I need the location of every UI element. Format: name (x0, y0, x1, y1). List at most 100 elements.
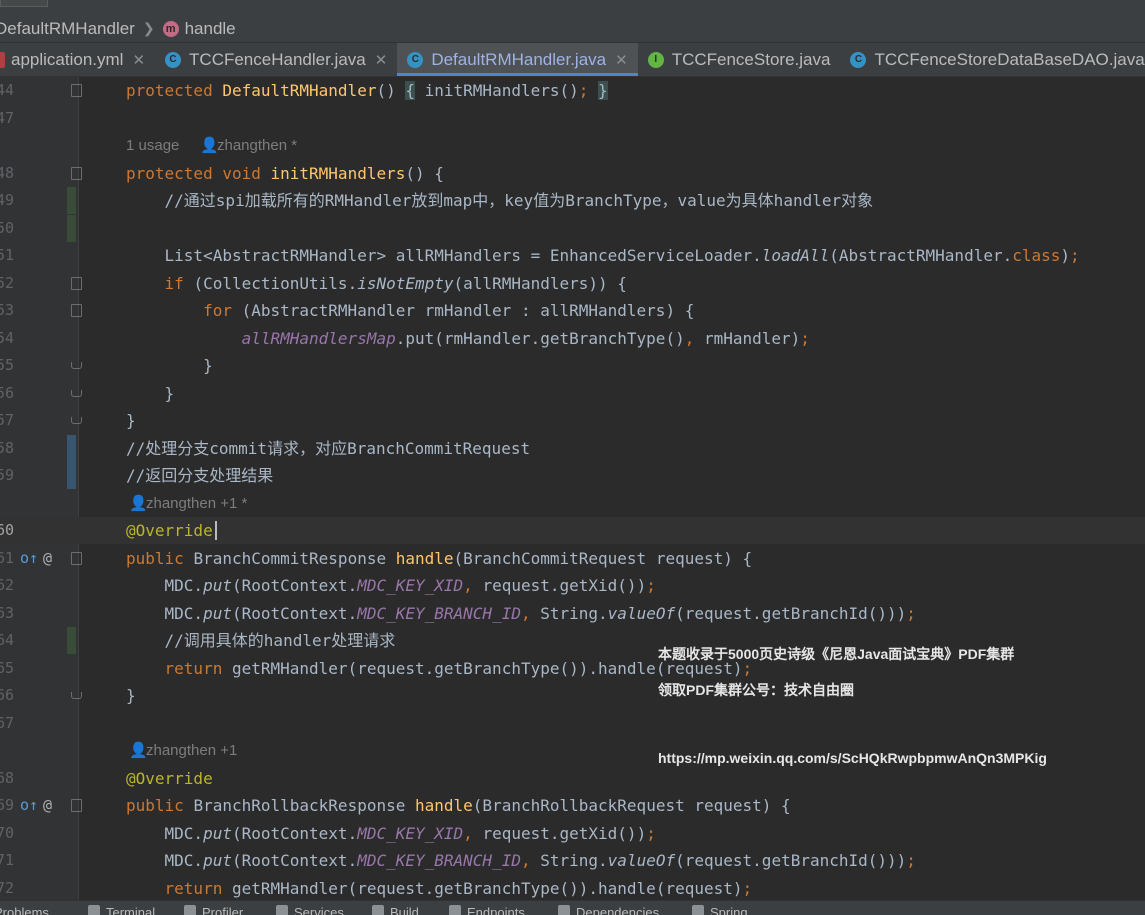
code-text: protected void initRMHandlers() { (126, 163, 444, 183)
code-line: 59 //返回分支处理结果 (0, 462, 1145, 489)
tab-defaultrmhandler[interactable]: C DefaultRMHandler.java ✕ (397, 43, 639, 76)
tab-label: TCCFenceStore.java (671, 49, 831, 69)
close-icon[interactable]: ✕ (132, 51, 145, 69)
annotation-icon[interactable]: @ (43, 549, 52, 567)
code-line: 69 o↑ @ public BranchRollbackResponse ha… (0, 792, 1145, 819)
line-number: 70 (0, 823, 15, 842)
breadcrumb: DefaultRMHandler ❯ m handle (0, 15, 1145, 43)
code-line: 44 protected DefaultRMHandler() { initRM… (0, 77, 1145, 104)
code-comment: //返回分支处理结果 (126, 466, 274, 485)
line-number: 71 (0, 851, 15, 869)
class-icon: C (850, 51, 867, 68)
class-icon: C (407, 51, 424, 68)
usages-hint[interactable]: 1 usage (126, 132, 179, 159)
fold-marker-icon[interactable] (71, 551, 82, 565)
line-number: 60 (0, 521, 15, 539)
fold-marker-icon[interactable] (71, 799, 82, 812)
override-icon[interactable]: o↑ (20, 796, 38, 814)
line-number: 54 (0, 328, 15, 347)
toolbar-dropdown[interactable] (0, 0, 48, 7)
code-line: 52 if (CollectionUtils.isNotEmpty(allRMH… (0, 270, 1145, 297)
code-text: public BranchRollbackResponse handle(Bra… (126, 796, 791, 815)
fold-marker-icon[interactable] (71, 692, 82, 699)
code-text: MDC.put(RootContext.MDC_KEY_BRANCH_ID, S… (126, 603, 916, 623)
code-text: } (126, 356, 213, 375)
code-comment: //通过spi加载所有的RMHandler放到map中，key值为BranchT… (126, 191, 874, 210)
line-number: 69 (0, 796, 15, 814)
code-line: 62 MDC.put(RootContext.MDC_KEY_XID, requ… (0, 572, 1145, 599)
code-text: @Override (126, 521, 213, 540)
fold-marker-icon[interactable] (71, 417, 82, 424)
inlay-hint-row: 1 usage 👤 zhangthen * (0, 132, 1145, 159)
change-marker[interactable] (67, 462, 76, 489)
person-icon: 👤 (129, 742, 148, 759)
override-icon[interactable]: o↑ (20, 549, 38, 567)
code-line: 55 } (0, 352, 1145, 379)
fold-marker-icon[interactable] (71, 166, 82, 180)
tool-window-bar: Problems Terminal Profiler Services Buil… (0, 900, 1145, 915)
code-line: 50 (0, 214, 1145, 242)
code-text: return getRMHandler(request.getBranchTyp… (164, 878, 753, 898)
change-marker[interactable] (67, 434, 76, 462)
breadcrumb-class[interactable]: DefaultRMHandler (0, 19, 135, 39)
fold-marker-icon[interactable] (71, 389, 82, 397)
code-line: 67 (0, 710, 1145, 737)
change-marker[interactable] (67, 187, 76, 214)
code-line: 70 MDC.put(RootContext.MDC_KEY_XID, requ… (0, 820, 1145, 847)
code-text: List<AbstractRMHandler> allRMHandlers = … (126, 246, 1080, 265)
code-text: for (AbstractRMHandler rmHandler : allRM… (203, 301, 695, 320)
close-icon[interactable]: ✕ (375, 51, 388, 69)
code-line: 61 o↑ @ public BranchCommitResponse hand… (0, 545, 1145, 572)
change-marker[interactable] (67, 627, 76, 654)
code-line: 68 @Override (0, 765, 1145, 792)
line-number: 72 (0, 878, 15, 897)
interface-icon: I (647, 51, 664, 68)
class-icon: C (165, 51, 182, 68)
code-line: 57 } (0, 407, 1145, 434)
line-number: 62 (0, 576, 15, 594)
editor-tab-bar: application.yml ✕ C TCCFenceHandler.java… (0, 43, 1145, 77)
author-hint[interactable]: zhangthen +1 (146, 737, 237, 764)
line-number: 50 (0, 218, 15, 237)
line-number: 57 (0, 411, 15, 429)
line-number: 61 (0, 548, 15, 567)
line-number: 44 (0, 81, 15, 99)
annotation-icon[interactable]: @ (43, 796, 52, 814)
tab-label: DefaultRMHandler.java (431, 49, 607, 69)
code-line: 72 return getRMHandler(request.getBranch… (0, 875, 1145, 902)
code-line: 48 protected void initRMHandlers() { (0, 160, 1145, 187)
code-line: 49 //通过spi加载所有的RMHandler放到map中，key值为Bran… (0, 187, 1145, 214)
code-line: 56 } (0, 380, 1145, 407)
watermark-line-1: 本题收录于5000页史诗级《尼恩Java面试宝典》PDF集群 (658, 646, 1015, 662)
tab-application-yml[interactable]: application.yml ✕ (0, 43, 155, 76)
tab-tccfencestore[interactable]: I TCCFenceStore.java (638, 43, 841, 76)
change-marker[interactable] (67, 214, 76, 242)
line-number: 52 (0, 273, 15, 292)
tab-tccfencestoredatabasedao[interactable]: C TCCFenceStoreDataBaseDAO.java ✕ (840, 43, 1145, 76)
code-line: 53 for (AbstractRMHandler rmHandler : al… (0, 297, 1145, 324)
fold-marker-icon[interactable] (71, 84, 82, 97)
line-number: 49 (0, 191, 15, 209)
author-hint[interactable]: zhangthen +1 * (146, 490, 247, 517)
watermark-line-2: 领取PDF集群公号：技术自由圈 (658, 682, 854, 698)
fold-marker-icon[interactable] (71, 362, 82, 369)
fold-marker-icon[interactable] (71, 276, 82, 290)
code-editor[interactable]: 44 protected DefaultRMHandler() { initRM… (0, 77, 1145, 900)
code-text: MDC.put(RootContext.MDC_KEY_XID, request… (126, 823, 656, 843)
code-text: protected DefaultRMHandler() { initRMHan… (126, 81, 608, 100)
line-number: 48 (0, 163, 15, 182)
author-hint[interactable]: zhangthen * (217, 132, 297, 159)
code-text: MDC.put(RootContext.MDC_KEY_BRANCH_ID, S… (126, 851, 916, 870)
code-comment: //处理分支commit请求，对应BranchCommitRequest (126, 438, 531, 458)
inlay-hint-row: 👤 zhangthen +1 * (0, 490, 1145, 517)
code-line: 58 //处理分支commit请求，对应BranchCommitRequest (0, 434, 1145, 462)
code-text: public BranchCommitResponse handle(Branc… (126, 548, 753, 568)
line-number: 65 (0, 658, 15, 677)
breadcrumb-method[interactable]: handle (185, 19, 236, 39)
fold-marker-icon[interactable] (71, 304, 82, 317)
close-icon[interactable]: ✕ (615, 51, 628, 69)
tab-tccfencehandler[interactable]: C TCCFenceHandler.java ✕ (155, 43, 397, 76)
line-number: 66 (0, 686, 15, 704)
code-text: } (126, 411, 136, 430)
line-number: 55 (0, 356, 15, 374)
